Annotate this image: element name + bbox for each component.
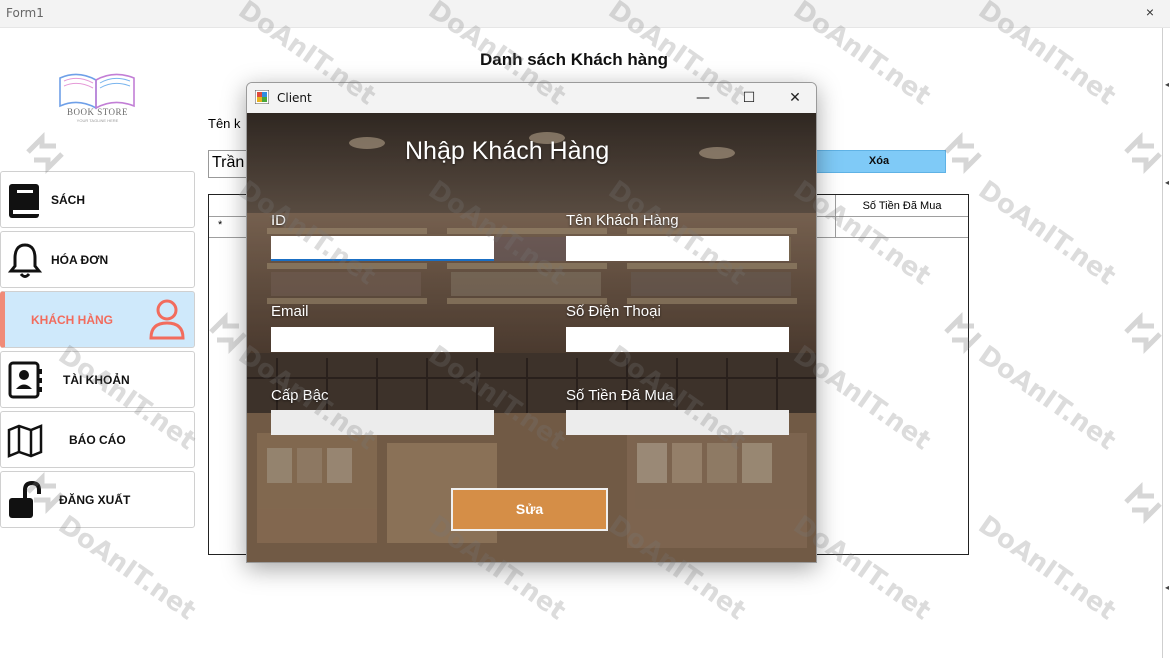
logo-tagline: YOUR TAGLINE HERE: [76, 118, 119, 123]
watermark-text: DoAnIT.net: [972, 510, 1122, 627]
cell-divider: [835, 217, 836, 238]
watermark-logo-icon: [944, 131, 982, 175]
watermark-text: DoAnIT.net: [972, 175, 1122, 292]
book-icon: [9, 184, 39, 218]
sidebar-item-label: ĐĂNG XUẤT: [59, 493, 131, 507]
dialog-heading: Nhập Khách Hàng: [405, 137, 610, 165]
watermark-logo-icon: [1124, 311, 1162, 355]
sidebar-item-hoa-don[interactable]: HÓA ĐƠN: [0, 231, 195, 288]
sidebar-item-label: TÀI KHOẢN: [63, 373, 130, 387]
amount-spent-field[interactable]: [566, 410, 789, 435]
scroll-arrow-icon[interactable]: ◂: [1165, 80, 1169, 89]
minimize-button[interactable]: —: [680, 83, 726, 113]
watermark-text: DoAnIT.net: [972, 340, 1122, 457]
logo-brand-text: BOOK STORE: [66, 107, 129, 117]
email-field[interactable]: [271, 327, 494, 352]
sidebar-item-label: SÁCH: [51, 193, 86, 207]
new-row-marker: *: [218, 219, 223, 231]
email-label: Email: [271, 303, 309, 320]
user-icon: [149, 299, 185, 340]
sidebar-item-label: BÁO CÁO: [69, 433, 126, 447]
page-title: Danh sách Khách hàng: [480, 50, 668, 69]
search-label: Tên k: [208, 116, 241, 131]
amount-spent-label: Số Tiền Đã Mua: [566, 387, 674, 404]
edit-button[interactable]: Sửa: [451, 488, 608, 531]
search-input[interactable]: Trần: [208, 150, 248, 178]
customer-name-field[interactable]: [566, 236, 789, 261]
map-icon: [7, 424, 43, 458]
sidebar-item-label: KHÁCH HÀNG: [31, 313, 113, 327]
sidebar-item-tai-khoan[interactable]: TÀI KHOẢN: [0, 351, 195, 408]
client-dialog: Client — ☐ ✕ Nhập Khách Hàng ID Tên Khác…: [246, 82, 817, 563]
watermark-logo-icon: [1124, 131, 1162, 175]
maximize-button[interactable]: ☐: [726, 83, 772, 113]
watermark-logo-icon: [1124, 481, 1162, 525]
phone-label: Số Điện Thoại: [566, 303, 661, 320]
phone-field[interactable]: [566, 327, 789, 352]
scroll-arrow-icon[interactable]: ◂: [1165, 178, 1169, 187]
app-icon: [255, 90, 269, 104]
vertical-scrollbar[interactable]: ◂ ◂ ◂: [1162, 28, 1170, 658]
main-window-title: Form1: [6, 6, 44, 20]
id-field[interactable]: [271, 236, 494, 261]
sidebar-item-sach[interactable]: SÁCH: [0, 171, 195, 228]
scroll-arrow-icon[interactable]: ◂: [1165, 583, 1169, 592]
rank-field[interactable]: [271, 410, 494, 435]
id-label: ID: [271, 212, 286, 229]
dialog-titlebar[interactable]: Client — ☐ ✕: [247, 83, 816, 113]
bell-icon: [7, 243, 43, 278]
main-window-titlebar: Form1 ×: [0, 0, 1170, 28]
contact-book-icon: [8, 361, 42, 399]
close-button[interactable]: ✕: [772, 83, 816, 113]
sidebar-item-dang-xuat[interactable]: ĐĂNG XUẤT: [0, 471, 195, 528]
watermark-logo-icon: [26, 131, 64, 175]
delete-button[interactable]: Xóa: [812, 150, 946, 173]
main-window-close-button[interactable]: ×: [1146, 4, 1154, 20]
unlock-icon: [9, 480, 41, 518]
rank-label: Cấp Bậc: [271, 387, 329, 404]
customer-name-label: Tên Khách Hàng: [566, 212, 679, 229]
sidebar-item-label: HÓA ĐƠN: [51, 253, 109, 267]
dialog-title: Client: [277, 91, 312, 105]
dialog-body: Nhập Khách Hàng ID Tên Khách Hàng Email …: [247, 113, 816, 562]
sidebar-item-khach-hang[interactable]: KHÁCH HÀNG: [0, 291, 195, 348]
column-header-so-tien-da-mua[interactable]: Số Tiền Đã Mua: [835, 195, 968, 217]
sidebar-item-bao-cao[interactable]: BÁO CÁO: [0, 411, 195, 468]
